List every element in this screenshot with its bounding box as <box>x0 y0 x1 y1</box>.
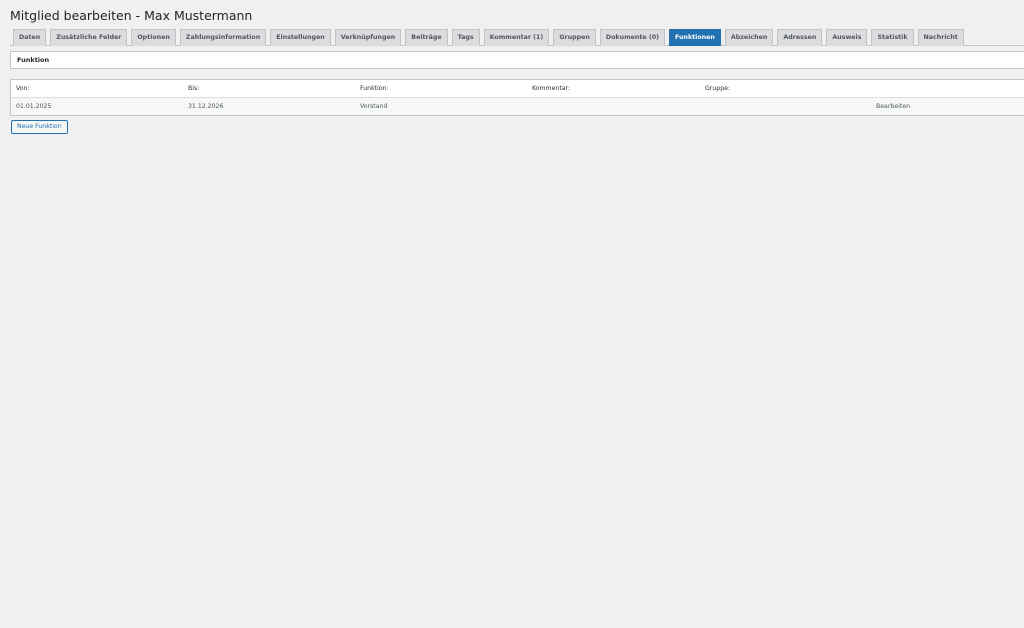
tab-kommentar[interactable]: Kommentar (1) <box>483 29 550 46</box>
tab-gruppen[interactable]: Gruppen <box>553 29 596 46</box>
section-title: Funktion <box>17 56 50 64</box>
tab-zusaetzliche-felder[interactable]: Zusätzliche Felder <box>50 29 128 46</box>
tab-ausweis[interactable]: Ausweis <box>826 29 868 46</box>
tab-optionen[interactable]: Optionen <box>131 29 176 46</box>
functions-table: Von: Bis: Funktion: Kommentar: Gruppe: 0… <box>10 79 1024 116</box>
tab-beitraege[interactable]: Beiträge <box>405 29 448 46</box>
tab-dokumente[interactable]: Dokumente (0) <box>599 29 665 46</box>
section-header-box: Funktion <box>10 51 1024 69</box>
new-function-button[interactable]: Neue Funktion <box>11 120 68 134</box>
tab-einstellungen[interactable]: Einstellungen <box>270 29 331 46</box>
tab-daten[interactable]: Daten <box>13 29 47 46</box>
table-row: 01.01.2025 31.12.2026 Vorstand Bearbeite… <box>11 98 1024 115</box>
tab-abzeichen[interactable]: Abzeichen <box>724 29 774 46</box>
tab-funktionen[interactable]: Funktionen <box>669 29 721 46</box>
tab-zahlungsinformation[interactable]: Zahlungsinformation <box>179 29 267 46</box>
cell-funktion: Vorstand <box>360 103 388 110</box>
edit-link[interactable]: Bearbeiten <box>876 103 910 110</box>
column-header-gruppe: Gruppe: <box>705 85 731 92</box>
tab-verknuepfungen[interactable]: Verknüpfungen <box>334 29 402 46</box>
page-title: Mitglied bearbeiten - Max Mustermann <box>10 8 253 23</box>
cell-bis: 31.12.2026 <box>188 103 224 110</box>
column-header-bis: Bis: <box>188 85 200 92</box>
edit-member-page: Mitglied bearbeiten - Max Mustermann Dat… <box>0 0 1024 628</box>
tab-tags[interactable]: Tags <box>451 29 480 46</box>
table-header-row: Von: Bis: Funktion: Kommentar: Gruppe: <box>11 80 1024 98</box>
column-header-von: Von: <box>16 85 30 92</box>
cell-von: 01.01.2025 <box>16 103 52 110</box>
column-header-funktion: Funktion: <box>360 85 389 92</box>
tab-nachricht[interactable]: Nachricht <box>917 29 964 46</box>
tab-bar: Daten Zusätzliche Felder Optionen Zahlun… <box>13 29 1024 46</box>
tab-statistik[interactable]: Statistik <box>871 29 914 46</box>
tab-adressen[interactable]: Adressen <box>777 29 823 46</box>
column-header-kommentar: Kommentar: <box>532 85 571 92</box>
